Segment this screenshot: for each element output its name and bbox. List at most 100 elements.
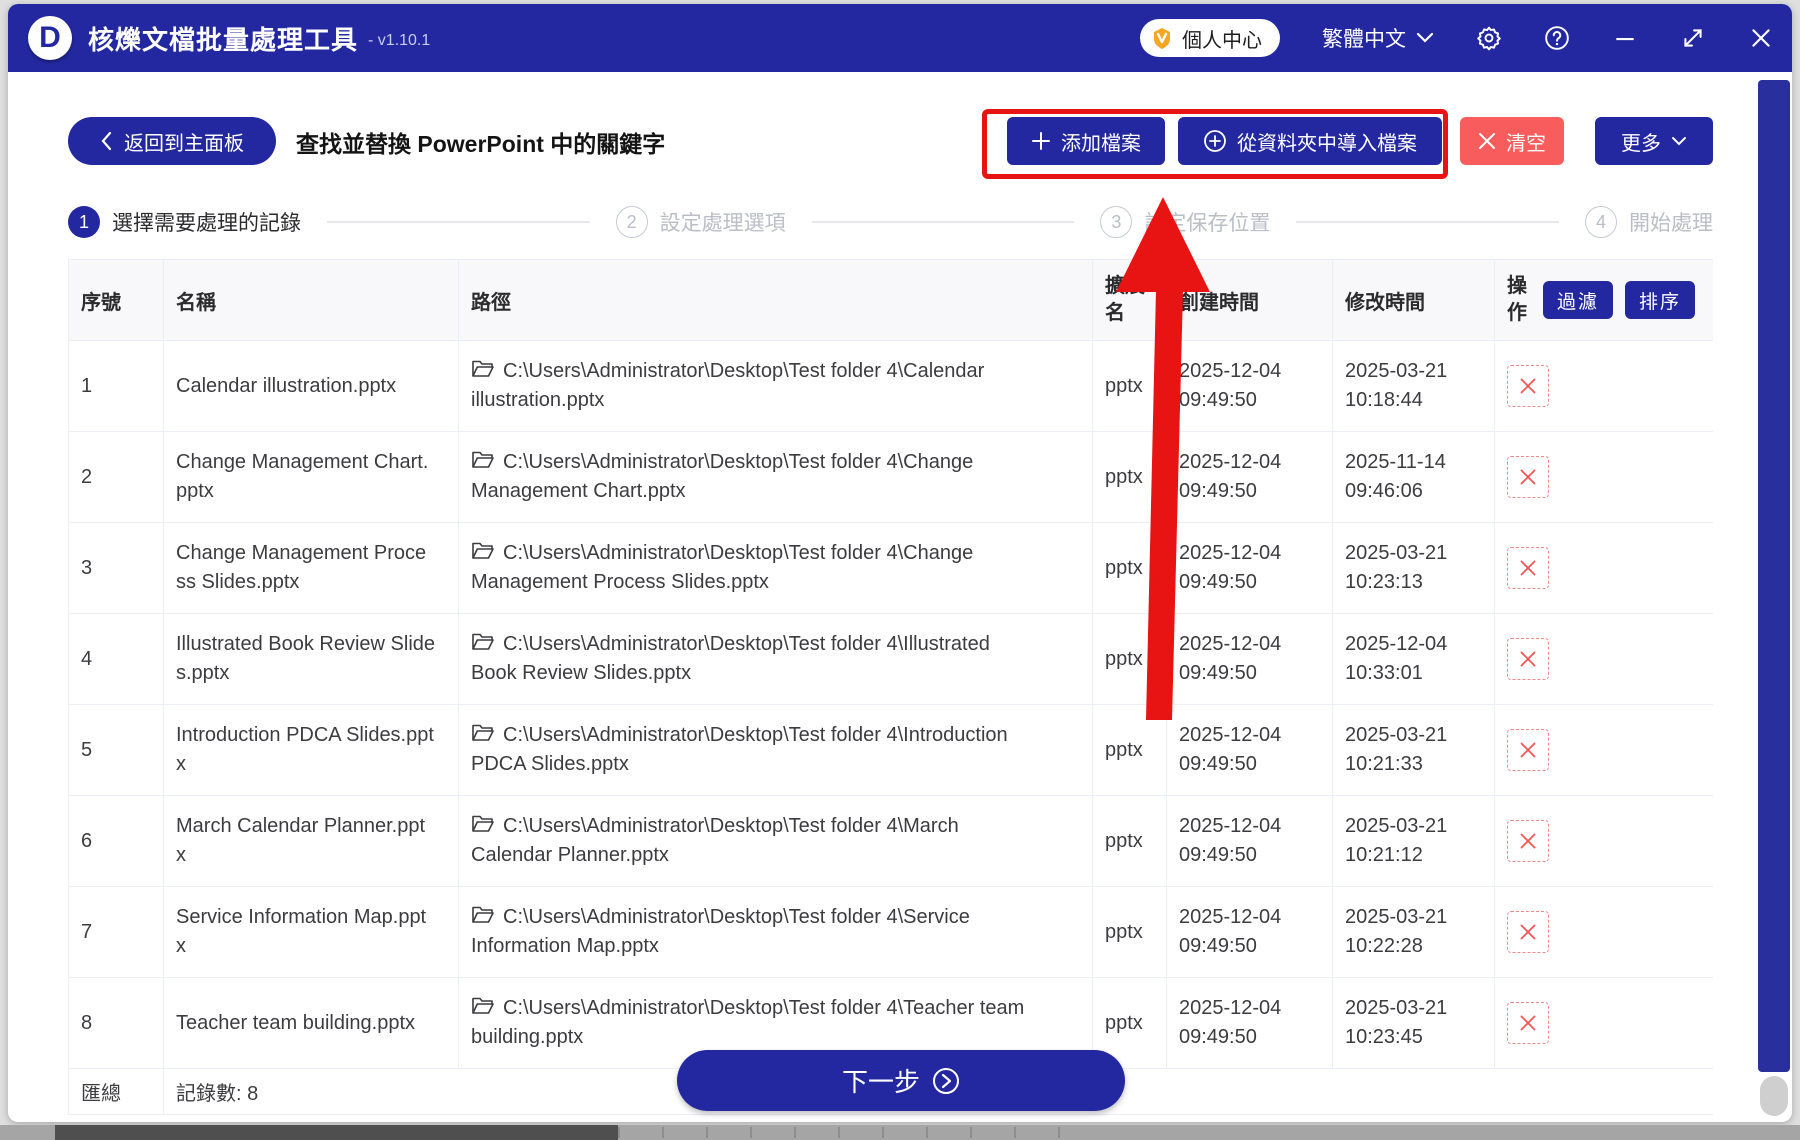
delete-x-icon [1519,559,1537,577]
vertical-scrollbar-thumb[interactable] [1758,80,1790,1072]
cell-name: Service Information Map.pptx [164,887,459,977]
app-window: D 核爍文檔批量處理工具 - v1.10.1 個人中心 繁體中文 [8,4,1792,1122]
cell-name: Illustrated Book Review Slides.pptx [164,614,459,704]
vertical-scrollbar[interactable] [1758,78,1790,1118]
step-1: 1 選擇需要處理的記錄 [68,206,301,238]
import-from-folder-button[interactable]: 從資料夾中導入檔案 [1178,117,1442,165]
help-icon[interactable] [1544,25,1570,51]
cell-index: 5 [68,705,164,795]
delete-x-icon [1519,741,1537,759]
header-index: 序號 [68,260,164,340]
folder-icon [471,450,495,470]
record-count: 記錄數: 8 [164,1069,459,1114]
cell-name: Teacher team building.pptx [164,978,459,1068]
clear-button[interactable]: 清空 [1460,117,1564,165]
table-row[interactable]: 2 Change Management Chart.pptx C:\Users\… [68,432,1713,523]
cell-created: 2025-12-04 09:49:50 [1167,796,1333,886]
scrollbar-track-mark [662,1127,664,1138]
back-to-dashboard-button[interactable]: 返回到主面板 [68,117,276,165]
scrollbar-track-mark [1058,1127,1060,1138]
cell-extension: pptx [1093,614,1167,704]
delete-row-button[interactable] [1507,365,1549,407]
scrollbar-track-mark [882,1127,884,1138]
step-2-label: 設定處理選項 [660,207,786,237]
scrollbar-track-mark [794,1127,796,1138]
screen: D 核爍文檔批量處理工具 - v1.10.1 個人中心 繁體中文 [0,0,1800,1140]
cell-name: Change Management Chart.pptx [164,432,459,522]
step-2: 2 設定處理選項 [616,206,786,238]
cell-extension: pptx [1093,887,1167,977]
app-title: 核爍文檔批量處理工具 [88,20,358,57]
cell-created: 2025-12-04 09:49:50 [1167,887,1333,977]
table-row[interactable]: 6 March Calendar Planner.pptx C:\Users\A… [68,796,1713,887]
cell-modified: 2025-12-04 10:33:01 [1333,614,1495,704]
cell-path: C:\Users\Administrator\Desktop\Test fold… [459,796,1093,886]
cell-path: C:\Users\Administrator\Desktop\Test fold… [459,432,1093,522]
header-action: 操作 過濾 排序 [1495,260,1713,340]
clear-label: 清空 [1506,127,1546,156]
delete-row-button[interactable] [1507,1002,1549,1044]
app-version: - v1.10.1 [368,32,430,50]
add-files-button[interactable]: 添加檔案 [1007,117,1165,165]
cell-index: 2 [68,432,164,522]
import-from-folder-label: 從資料夾中導入檔案 [1237,127,1417,156]
cell-action [1495,978,1713,1068]
table-row[interactable]: 3 Change Management Process Slides.pptx … [68,523,1713,614]
header-name: 名稱 [164,260,459,340]
cell-index: 3 [68,523,164,613]
back-label: 返回到主面板 [124,127,244,156]
user-center-button[interactable]: 個人中心 [1140,19,1280,57]
cell-name: Change Management Process Slides.pptx [164,523,459,613]
table-row[interactable]: 4 Illustrated Book Review Slides.pptx C:… [68,614,1713,705]
cell-created: 2025-12-04 09:49:50 [1167,614,1333,704]
table-row[interactable]: 5 Introduction PDCA Slides.pptx C:\Users… [68,705,1713,796]
cell-created: 2025-12-04 09:49:50 [1167,432,1333,522]
delete-row-button[interactable] [1507,820,1549,862]
sort-button[interactable]: 排序 [1625,281,1695,319]
add-files-label: 添加檔案 [1061,127,1141,156]
scrollbar-track-mark [750,1127,752,1138]
cell-path: C:\Users\Administrator\Desktop\Test fold… [459,341,1093,431]
table-row[interactable]: 1 Calendar illustration.pptx C:\Users\Ad… [68,341,1713,432]
folder-icon [471,996,495,1016]
cell-path: C:\Users\Administrator\Desktop\Test fold… [459,523,1093,613]
scrollbar-track-mark [618,1127,620,1138]
chevron-down-icon [1416,32,1434,44]
settings-gear-icon[interactable] [1476,25,1502,51]
delete-row-button[interactable] [1507,911,1549,953]
cell-extension: pptx [1093,341,1167,431]
minimize-button[interactable] [1612,25,1638,51]
horizontal-scrollbar[interactable] [0,1125,1800,1140]
summary-label: 匯總 [68,1069,164,1114]
cell-action [1495,887,1713,977]
header-ext: 擴展名 [1093,260,1167,340]
page-title: 查找並替換 PowerPoint 中的關鍵字 [296,125,665,159]
scrollbar-track-mark [970,1127,972,1138]
more-button[interactable]: 更多 [1595,117,1713,165]
close-button[interactable] [1748,25,1774,51]
language-select[interactable]: 繁體中文 [1322,23,1434,53]
cell-created: 2025-12-04 09:49:50 [1167,705,1333,795]
app-logo: D [28,16,72,60]
cell-name: Calendar illustration.pptx [164,341,459,431]
delete-row-button[interactable] [1507,456,1549,498]
step-indicator: 1 選擇需要處理的記錄 2 設定處理選項 3 設定保存位置 4 開始處理 [68,200,1713,244]
step-4: 4 開始處理 [1585,206,1713,238]
cell-index: 1 [68,341,164,431]
horizontal-scrollbar-thumb[interactable] [55,1125,618,1140]
delete-row-button[interactable] [1507,638,1549,680]
delete-row-button[interactable] [1507,547,1549,589]
cell-index: 8 [68,978,164,1068]
filter-button[interactable]: 過濾 [1543,281,1613,319]
maximize-button[interactable] [1680,25,1706,51]
delete-row-button[interactable] [1507,729,1549,771]
folder-icon [471,905,495,925]
folder-icon [471,632,495,652]
cell-action [1495,341,1713,431]
step-connector [327,221,590,223]
vip-icon [1150,26,1174,50]
next-step-label: 下一步 [842,1062,920,1099]
next-step-button[interactable]: 下一步 [677,1050,1125,1111]
cell-action [1495,614,1713,704]
table-row[interactable]: 7 Service Information Map.pptx C:\Users\… [68,887,1713,978]
